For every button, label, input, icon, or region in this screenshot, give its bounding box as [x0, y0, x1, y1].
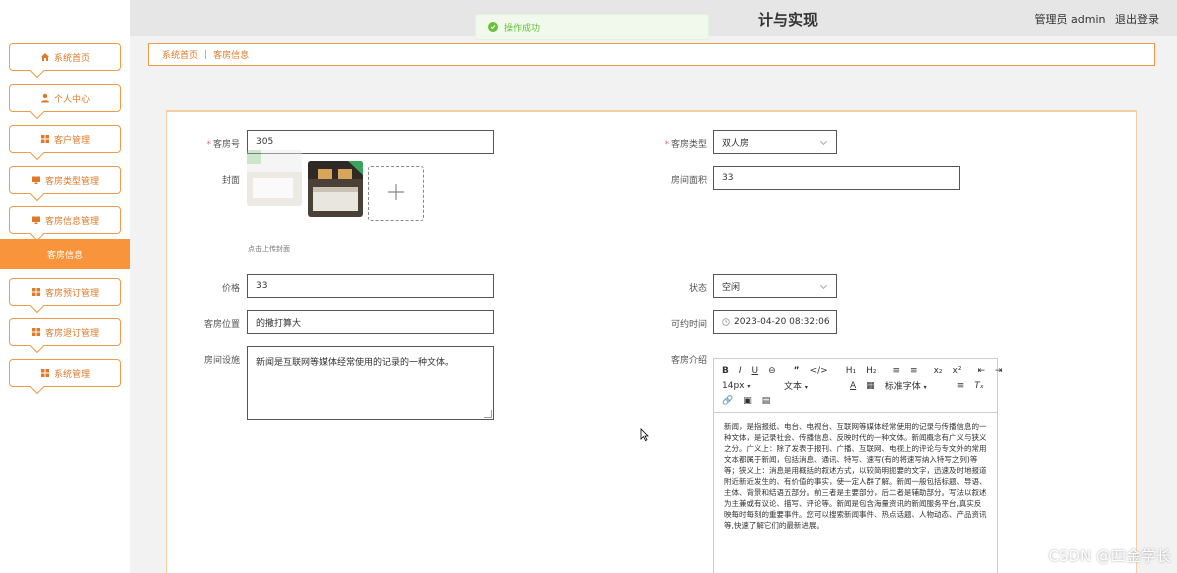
sidebar: 系统首页 个人中心 客户管理 客房类型管理 客房信息管理 客房信息 客房预订管理… — [0, 0, 130, 573]
success-toast: 操作成功 — [475, 14, 709, 40]
intro-label: 客房介绍 — [670, 356, 707, 366]
status-select[interactable]: 空闲 — [713, 274, 837, 298]
monitor-icon — [31, 175, 41, 185]
cover-label: 封面 — [221, 176, 240, 186]
breadcrumb: 系统首页 | 客房信息 — [148, 43, 1155, 66]
video-icon[interactable]: ▤ — [762, 396, 771, 406]
font-size-select[interactable]: 14px ▾ — [722, 381, 774, 391]
link-icon[interactable]: 🔗 — [722, 396, 733, 406]
underline-icon[interactable]: U — [752, 366, 759, 376]
font-color-icon[interactable]: A — [850, 381, 856, 391]
cover-upload-hint: 点击上传封面 — [248, 245, 290, 253]
paragraph-select[interactable]: 文本 ▾ — [784, 379, 840, 392]
highlight-icon[interactable]: ▦ — [866, 381, 875, 391]
grid-icon — [40, 368, 50, 378]
room-type-select[interactable]: 双人房 — [713, 130, 837, 154]
sidebar-item-room-info[interactable]: 客房信息管理 — [9, 206, 121, 234]
rich-text-editor: B I U ⊖ ” </> H₁ H₂ ≡ ≡ x₂ x² ⇤ ⇥ 14px ▾… — [713, 358, 1003, 573]
indent-icon[interactable]: ⇥ — [995, 366, 1003, 376]
breadcrumb-home[interactable]: 系统首页 — [162, 48, 198, 61]
editor-toolbar: B I U ⊖ ” </> H₁ H₂ ≡ ≡ x₂ x² ⇤ ⇥ 14px ▾… — [714, 359, 1003, 413]
heading1-icon[interactable]: H₁ — [846, 366, 856, 376]
sidebar-subitem-room-info[interactable]: 客房信息 — [0, 239, 130, 269]
home-icon — [40, 52, 50, 62]
check-circle-icon — [488, 22, 498, 32]
status-label: 状态 — [688, 284, 707, 294]
sidebar-item-bookings[interactable]: 客房预订管理 — [9, 278, 121, 306]
sidebar-item-customers[interactable]: 客户管理 — [9, 125, 121, 153]
facilities-label: 房间设施 — [203, 356, 240, 366]
cover-thumbnail-2[interactable] — [308, 161, 363, 217]
plus-icon — [387, 183, 405, 204]
facilities-textarea[interactable]: 新闻是互联网等媒体经常使用的记录的一种文体。 — [247, 346, 494, 420]
user-label: 管理员 admin — [1034, 13, 1106, 26]
mouse-cursor-icon — [640, 428, 649, 444]
location-label: 客房位置 — [203, 320, 240, 330]
cover-thumbnail-1[interactable] — [247, 150, 302, 206]
resize-handle-icon[interactable] — [484, 410, 492, 418]
grid-icon — [31, 287, 41, 297]
bullet-list-icon[interactable]: ≡ — [910, 366, 918, 376]
image-icon[interactable]: ▣ — [743, 396, 752, 406]
editor-content[interactable]: 新闻，是指报纸、电台、电视台、互联网等媒体经常使用的记录与传播信息的一种文体，是… — [714, 413, 997, 539]
available-time-label: 可约时间 — [670, 320, 707, 330]
clear-format-icon[interactable]: Tₓ — [974, 381, 984, 391]
sidebar-item-home[interactable]: 系统首页 — [9, 43, 121, 71]
strike-icon[interactable]: ⊖ — [768, 366, 776, 376]
room-no-label: * 客房号 — [206, 140, 240, 150]
price-label: 价格 — [221, 284, 240, 294]
breadcrumb-current: 客房信息 — [213, 51, 250, 61]
italic-icon[interactable]: I — [739, 366, 742, 376]
grid-icon — [40, 134, 50, 144]
area-label: 房间面积 — [670, 176, 707, 186]
clock-icon — [722, 318, 730, 326]
sidebar-item-cancellations[interactable]: 客房退订管理 — [9, 318, 121, 346]
area-input[interactable]: 33 — [713, 166, 960, 190]
sidebar-item-system[interactable]: 系统管理 — [9, 359, 121, 387]
breadcrumb-separator: | — [204, 49, 208, 60]
toast-message: 操作成功 — [504, 23, 541, 34]
align-icon[interactable]: ≡ — [957, 381, 965, 391]
grid-icon — [31, 327, 41, 337]
monitor-icon — [31, 215, 41, 225]
available-time-picker[interactable]: 2023-04-20 08:32:06 — [713, 310, 837, 334]
location-input[interactable]: 的撒打算大 — [247, 310, 494, 334]
superscript-icon[interactable]: x² — [953, 366, 962, 376]
user-icon — [40, 93, 50, 103]
bold-icon[interactable]: B — [722, 366, 729, 376]
system-title: 计与实现 — [758, 11, 819, 29]
font-family-select[interactable]: 标准字体 ▾ — [885, 379, 947, 392]
sidebar-item-profile[interactable]: 个人中心 — [9, 84, 121, 112]
sidebar-item-room-types[interactable]: 客房类型管理 — [9, 166, 121, 194]
user-area: 管理员 admin 退出登录 — [1029, 11, 1159, 27]
room-type-label: * 客房类型 — [664, 140, 707, 150]
cover-upload-button[interactable] — [368, 166, 424, 221]
outdent-icon[interactable]: ⇤ — [977, 366, 985, 376]
price-input[interactable]: 33 — [247, 274, 494, 298]
logout-link[interactable]: 退出登录 — [1115, 13, 1159, 26]
ordered-list-icon[interactable]: ≡ — [893, 366, 901, 376]
heading2-icon[interactable]: H₂ — [866, 366, 876, 376]
code-icon[interactable]: </> — [810, 366, 828, 376]
watermark: CSDN @四金学长 — [1048, 547, 1171, 565]
quote-icon[interactable]: ” — [794, 366, 800, 376]
subscript-icon[interactable]: x₂ — [934, 366, 943, 376]
